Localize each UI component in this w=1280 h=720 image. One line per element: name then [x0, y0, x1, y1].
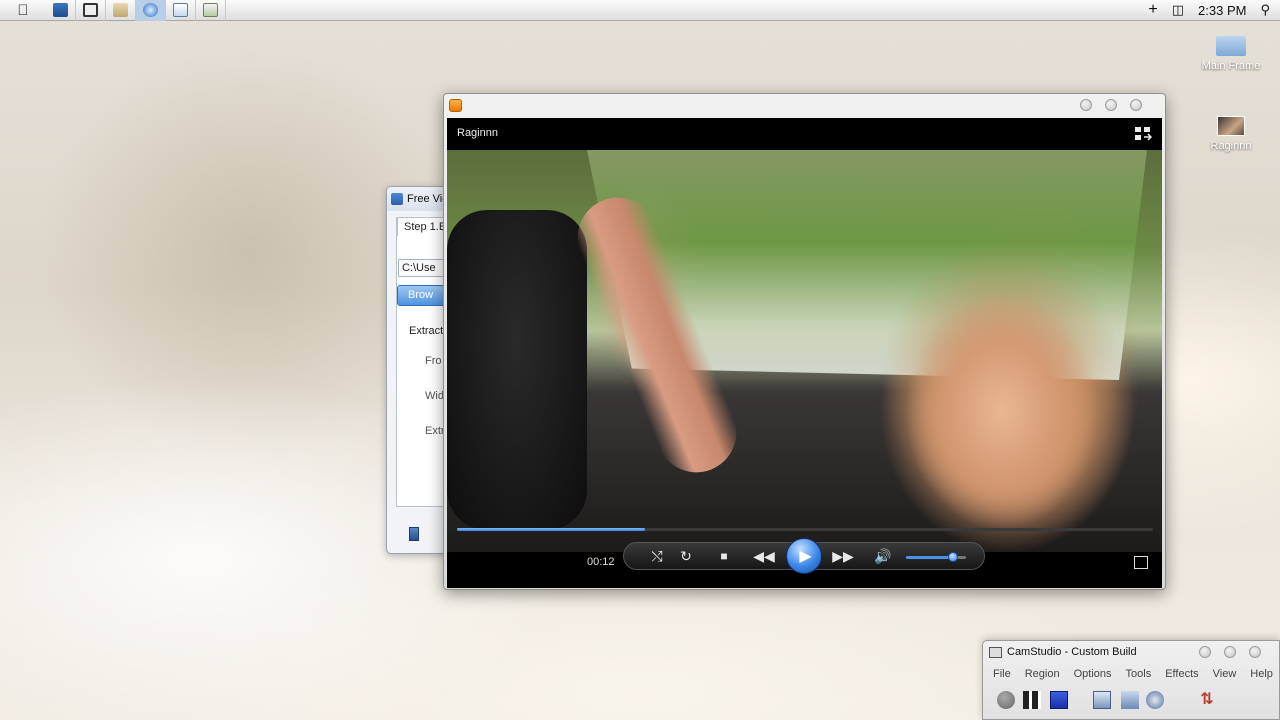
document-icon[interactable] — [196, 0, 226, 21]
menu-region[interactable]: Region — [1025, 668, 1060, 680]
player-titlebar[interactable] — [444, 94, 1165, 118]
player-logo-icon — [449, 99, 462, 112]
zoom-button[interactable] — [1105, 99, 1117, 111]
window-icon[interactable] — [76, 0, 106, 21]
app-icon — [391, 193, 403, 205]
camstudio-minimize-button[interactable] — [1199, 646, 1211, 658]
volume-icon[interactable]: 🔊 — [874, 548, 892, 564]
volume-slider[interactable] — [906, 552, 966, 562]
video-title: Raginnn — [457, 127, 498, 139]
shuffle-icon[interactable]: ⤭ — [648, 548, 666, 564]
desktop-icon-label: Raginnn — [1210, 140, 1252, 152]
volume-knob[interactable] — [947, 552, 958, 562]
menu-options[interactable]: Options — [1074, 668, 1112, 680]
extract-label: Extr — [425, 425, 445, 437]
pause-icon[interactable] — [1023, 691, 1041, 709]
add-icon[interactable]: + — [1148, 1, 1157, 19]
menu-effects[interactable]: Effects — [1165, 668, 1198, 680]
video-options-icon[interactable] — [1121, 691, 1139, 709]
camstudio-titlebar[interactable]: CamStudio - Custom Build — [983, 641, 1279, 663]
browser-icon[interactable] — [136, 0, 166, 21]
transport-controls: ⤭ ↻ ■ ◀◀ ▶ ▶▶ 🔊 — [623, 538, 985, 574]
player-screen[interactable]: Raginnn 00:12 ⤭ ↻ ■ ◀◀ ▶ ▶▶ 🔊 — [447, 118, 1162, 588]
region-icon[interactable] — [1093, 691, 1111, 709]
notepad-icon[interactable] — [106, 0, 136, 21]
from-label: Fro — [425, 355, 442, 367]
book-icon[interactable] — [409, 527, 419, 541]
video-thumbnail-icon — [1217, 116, 1245, 136]
swf-icon[interactable] — [1146, 691, 1164, 709]
menu-bar-status: + ◫ 2:33 PM ⚲ — [1148, 1, 1280, 19]
play-icon[interactable]: ▶ — [786, 538, 822, 574]
camstudio-zoom-button[interactable] — [1224, 646, 1236, 658]
clock[interactable]: 2:33 PM — [1198, 3, 1246, 18]
photoshop-icon[interactable] — [46, 0, 76, 21]
repeat-icon[interactable]: ↻ — [677, 548, 695, 564]
rewind-icon[interactable]: ◀◀ — [752, 548, 776, 564]
camstudio-window[interactable]: CamStudio - Custom Build File Region Opt… — [982, 640, 1280, 720]
seek-bar[interactable] — [457, 528, 1153, 531]
menu-help[interactable]: Help — [1250, 668, 1273, 680]
stop-record-icon[interactable] — [1050, 691, 1068, 709]
minimize-button[interactable] — [1080, 99, 1092, 111]
folder-icon — [1216, 36, 1246, 56]
desktop-icon-main-frame[interactable]: Main Frame — [1191, 36, 1271, 72]
menu-file[interactable]: File — [993, 668, 1011, 680]
media-player-window[interactable]: Raginnn 00:12 ⤭ ↻ ■ ◀◀ ▶ ▶▶ 🔊 — [443, 93, 1166, 590]
camstudio-app-icon — [989, 646, 1002, 658]
record-icon[interactable] — [997, 691, 1015, 709]
camstudio-close-button[interactable] — [1249, 646, 1261, 658]
fast-forward-icon[interactable]: ▶▶ — [831, 548, 855, 564]
seek-bar-progress — [457, 528, 645, 531]
video-frame[interactable] — [447, 150, 1162, 552]
extract-group-label: Extract — [409, 325, 444, 337]
menu-tools[interactable]: Tools — [1126, 668, 1152, 680]
video-scene-person — [837, 240, 1137, 550]
menu-view[interactable]: View — [1213, 668, 1237, 680]
camstudio-title: CamStudio - Custom Build — [1007, 646, 1137, 658]
camstudio-toolbar: ⇅ — [993, 691, 1279, 713]
stop-icon[interactable]: ■ — [715, 548, 733, 564]
elapsed-time: 00:12 — [587, 556, 615, 568]
video-scene-seat — [447, 210, 587, 530]
search-icon[interactable]: ⚲ — [1260, 2, 1270, 18]
fullscreen-icon[interactable] — [1134, 556, 1148, 569]
calendar-icon[interactable] — [166, 0, 196, 21]
close-button[interactable] — [1130, 99, 1142, 111]
desktop-icon-label: Main Frame — [1201, 60, 1261, 72]
menu-bar:  + ◫ 2:33 PM ⚲ — [0, 0, 1280, 21]
switch-layout-icon[interactable] — [1134, 126, 1152, 142]
device-icon[interactable]: ◫ — [1172, 2, 1184, 18]
apple-icon[interactable]:  — [0, 0, 46, 21]
effects-icon[interactable]: ⇅ — [1198, 691, 1216, 709]
desktop-icon-raginnn[interactable]: Raginnn — [1191, 116, 1271, 152]
volume-level — [906, 556, 953, 559]
camstudio-menu: File Region Options Tools Effects View H… — [983, 663, 1279, 685]
